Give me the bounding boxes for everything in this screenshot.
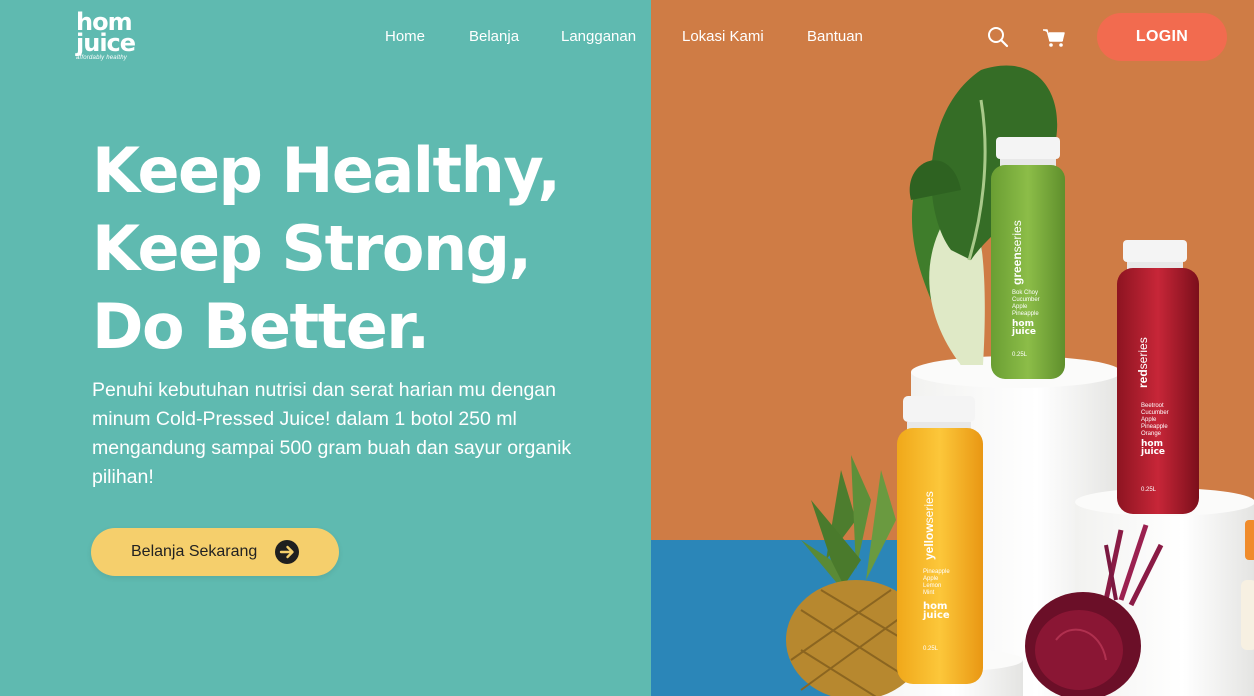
shop-now-label: Belanja Sekarang — [131, 543, 258, 560]
svg-text:yellowseries: yellowseries — [922, 491, 936, 560]
hero-description: Penuhi kebutuhan nutrisi dan serat haria… — [92, 379, 572, 488]
svg-text:0.25L: 0.25L — [1012, 352, 1028, 358]
svg-text:Cucumber: Cucumber — [1012, 297, 1040, 303]
svg-text:Pineapple: Pineapple — [1012, 311, 1039, 317]
nav-item-lokasi-kami[interactable]: Lokasi Kami — [682, 28, 764, 45]
red-bottle: redseries Beetroot Cucumber Apple Pineap… — [1117, 240, 1199, 514]
svg-text:Apple: Apple — [1141, 417, 1157, 423]
hero-title-line-1: Keep Healthy, — [92, 134, 561, 207]
hero-title-line-3: Do Better. — [92, 290, 430, 363]
svg-text:0.25L: 0.25L — [923, 646, 939, 652]
svg-text:juice: juice — [1011, 327, 1036, 337]
svg-text:Mint: Mint — [923, 590, 935, 596]
svg-text:Apple: Apple — [1012, 304, 1028, 310]
nav-item-belanja[interactable]: Belanja — [469, 28, 519, 45]
cart-icon[interactable] — [1042, 27, 1066, 49]
hero-title-line-2: Keep Strong, — [92, 212, 532, 285]
search-icon[interactable] — [987, 26, 1009, 48]
svg-text:Apple: Apple — [923, 576, 939, 582]
hero-image-panel: greenseries Bok Choy Cucumber Apple Pine… — [651, 0, 1254, 696]
svg-text:0.25L: 0.25L — [1141, 487, 1157, 493]
svg-text:redseries: redseries — [1136, 337, 1150, 388]
nav-item-home[interactable]: Home — [385, 28, 425, 45]
hero-title: Keep Healthy, Keep Strong, Do Better. — [92, 132, 561, 366]
shop-now-button[interactable]: Belanja Sekarang — [91, 528, 339, 576]
nav-item-langganan[interactable]: Langganan — [561, 28, 636, 45]
svg-text:Orange: Orange — [1141, 431, 1162, 437]
logo-tagline: affordably healthy — [76, 55, 127, 62]
svg-text:Pineapple: Pineapple — [1141, 424, 1168, 430]
svg-text:juice: juice — [922, 610, 950, 621]
green-bottle: greenseries Bok Choy Cucumber Apple Pine… — [991, 137, 1065, 379]
product-photo: greenseries Bok Choy Cucumber Apple Pine… — [786, 65, 1254, 696]
logo-wordmark-line2: juice — [76, 28, 136, 57]
svg-text:Pineapple: Pineapple — [923, 569, 950, 575]
svg-text:greenseries: greenseries — [1010, 220, 1024, 285]
brand-logo[interactable]: hom juice affordably healthy — [76, 10, 136, 62]
login-button[interactable]: LOGIN — [1097, 13, 1227, 61]
arrow-right-icon — [275, 540, 299, 564]
svg-text:Beetroot: Beetroot — [1141, 403, 1164, 409]
svg-text:Lemon: Lemon — [923, 583, 941, 589]
svg-text:Cucumber: Cucumber — [1141, 410, 1169, 416]
svg-text:Bok Choy: Bok Choy — [1012, 290, 1038, 296]
yellow-bottle: yellowseries Pineapple Apple Lemon Mint … — [897, 396, 983, 684]
svg-text:juice: juice — [1140, 447, 1165, 457]
nav-item-bantuan[interactable]: Bantuan — [807, 28, 863, 45]
